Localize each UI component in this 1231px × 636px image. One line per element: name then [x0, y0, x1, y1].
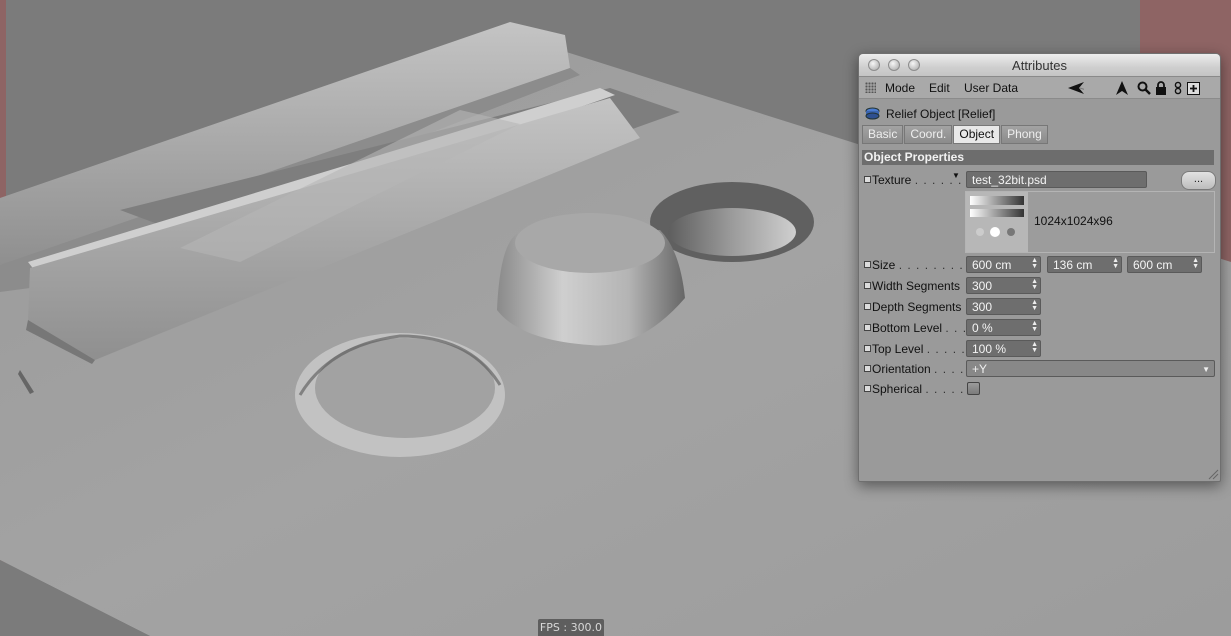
new-window-icon[interactable] [1185, 80, 1201, 96]
size-z-value: 600 cm [1133, 258, 1173, 272]
spinner-arrows-icon[interactable]: ▲ ▼ [1112, 257, 1119, 270]
bottom-level-value: 0 % [972, 321, 993, 335]
search-icon[interactable] [1136, 80, 1152, 96]
animation-key-icon[interactable] [864, 324, 871, 331]
width-segments-value: 300 [972, 279, 993, 293]
top-level-label: Top Level [872, 342, 924, 356]
depth-segments-label: Depth Segments [872, 300, 962, 314]
cursor-arrow-icon[interactable] [1114, 80, 1130, 96]
width-segments-field[interactable]: 300 ▲ ▼ [966, 277, 1041, 294]
back-arrow-icon[interactable] [1068, 80, 1084, 96]
resize-grip-icon[interactable] [1207, 468, 1219, 480]
relief-object-icon [865, 107, 880, 120]
orientation-select[interactable]: +Y ▼ [966, 360, 1215, 377]
animation-key-icon[interactable] [864, 365, 871, 372]
width-segments-label: Width Segments [872, 279, 961, 293]
spinner-arrows-icon[interactable]: ▲ ▼ [1031, 299, 1038, 312]
texture-preview: 1024x1024x96 [965, 191, 1215, 253]
spherical-dots: . . . . . . [925, 382, 974, 396]
orientation-dots: . . . . [934, 362, 965, 376]
size-row: Size . . . . . . . . . . 600 cm ▲ ▼ 136 c… [863, 256, 1218, 275]
lock-icon[interactable] [1153, 80, 1169, 96]
width-segments-row: Width Segments 300 ▲ ▼ [863, 277, 1218, 296]
tab-basic[interactable]: Basic [862, 125, 904, 144]
texture-thumbnail[interactable] [966, 192, 1028, 252]
size-y-value: 136 cm [1053, 258, 1093, 272]
animation-key-icon[interactable] [864, 303, 871, 310]
animation-key-icon[interactable] [864, 261, 871, 268]
menu-user-data[interactable]: User Data [964, 81, 1018, 95]
chevron-down-icon: ▼ [1202, 365, 1210, 374]
spinner-arrows-icon[interactable]: ▲ ▼ [1031, 341, 1038, 354]
top-level-value: 100 % [972, 342, 1007, 356]
size-y-field[interactable]: 136 cm ▲ ▼ [1047, 256, 1122, 273]
top-level-field[interactable]: 100 % ▲ ▼ [966, 340, 1041, 357]
orientation-value: +Y [972, 362, 988, 376]
size-z-field[interactable]: 600 cm ▲ ▼ [1127, 256, 1202, 273]
window-titlebar[interactable]: Attributes [859, 54, 1220, 77]
depth-segments-value: 300 [972, 300, 993, 314]
bottom-level-label: Bottom Level [872, 321, 943, 335]
texture-info: 1024x1024x96 [1034, 214, 1113, 228]
animation-key-icon[interactable] [864, 176, 871, 183]
menu-mode[interactable]: Mode [885, 81, 915, 95]
texture-row: Texture . . . . . . ▼ test_32bit.psd ... [863, 171, 1218, 190]
link-icon[interactable] [1170, 80, 1186, 96]
bottom-level-row: Bottom Level . . . 0 % ▲ ▼ [863, 319, 1218, 338]
spinner-arrows-icon[interactable]: ▲ ▼ [1031, 278, 1038, 291]
animation-key-icon[interactable] [864, 282, 871, 289]
tab-object[interactable]: Object [953, 125, 1001, 144]
window-title: Attributes [1012, 58, 1067, 73]
tab-phong[interactable]: Phong [1001, 125, 1048, 144]
animation-key-icon[interactable] [864, 345, 871, 352]
spinner-arrows-icon[interactable]: ▲ ▼ [1031, 257, 1038, 270]
spherical-row: Spherical . . . . . . [863, 380, 1218, 399]
size-x-value: 600 cm [972, 258, 1012, 272]
object-name: Relief Object [Relief] [886, 107, 996, 121]
bottom-level-field[interactable]: 0 % ▲ ▼ [966, 319, 1041, 336]
spinner-arrows-icon[interactable]: ▲ ▼ [1192, 257, 1199, 270]
orientation-row: Orientation . . . . +Y ▼ [863, 360, 1218, 379]
size-x-field[interactable]: 600 cm ▲ ▼ [966, 256, 1041, 273]
menu-edit[interactable]: Edit [929, 81, 950, 95]
size-label: Size [872, 258, 896, 272]
spherical-label: Spherical [872, 382, 923, 396]
animation-key-icon[interactable] [864, 385, 871, 392]
tab-bar: Basic Coord. Object Phong [862, 125, 1049, 144]
spinner-arrows-icon[interactable]: ▲ ▼ [1031, 320, 1038, 333]
texture-thumbnail-art [970, 196, 1024, 237]
top-level-row: Top Level . . . . . . 100 % ▲ ▼ [863, 340, 1218, 359]
tab-coord[interactable]: Coord. [904, 125, 953, 144]
texture-field[interactable]: test_32bit.psd [966, 171, 1147, 188]
depth-segments-field[interactable]: 300 ▲ ▼ [966, 298, 1041, 315]
grip-icon[interactable] [865, 82, 876, 93]
texture-browse-button[interactable]: ... [1181, 171, 1216, 190]
attributes-window[interactable]: Attributes Mode Edit User Data Relief Ob… [858, 53, 1221, 482]
bottom-level-dots: . . . [945, 321, 968, 335]
orientation-label: Orientation [872, 362, 931, 376]
section-header: Object Properties [862, 150, 1214, 165]
menubar: Mode Edit User Data [859, 77, 1220, 99]
dropdown-triangle-icon[interactable]: ▼ [952, 171, 960, 180]
fps-readout: FPS : 300.0 [538, 619, 604, 636]
texture-label: Texture [872, 173, 912, 187]
depth-segments-row: Depth Segments 300 ▲ ▼ [863, 298, 1218, 317]
spherical-checkbox[interactable] [967, 382, 980, 395]
